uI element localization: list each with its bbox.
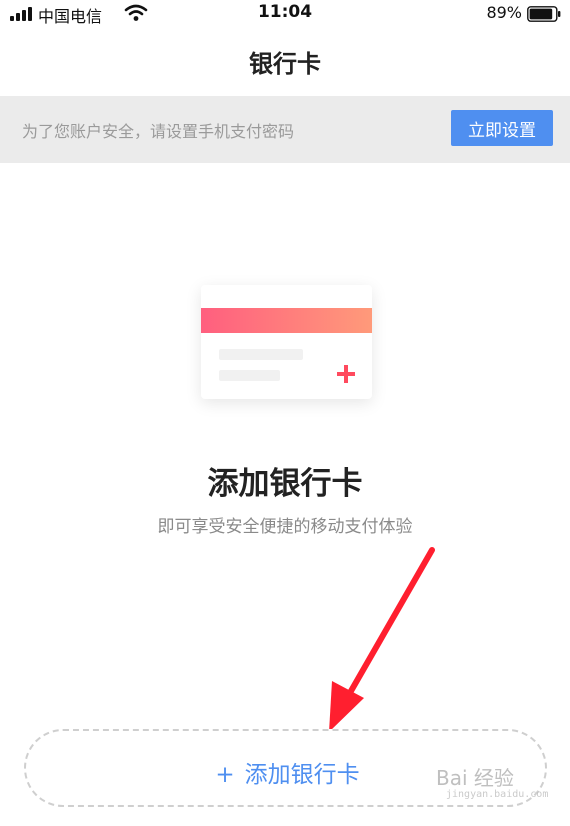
plus-icon — [337, 365, 355, 383]
status-bar: 中国电信 11:04 89% — [0, 0, 570, 26]
card-placeholder-line — [219, 349, 303, 360]
page-title: 银行卡 — [249, 50, 321, 78]
baidu-jingyan-watermark: Bai 经验 — [436, 766, 514, 790]
security-banner: 为了您账户安全，请设置手机支付密码 立即设置 — [0, 96, 570, 163]
clock: 11:04 — [257, 2, 313, 22]
bank-card-illustration — [201, 285, 372, 399]
empty-state-title: 添加银行卡 — [207, 466, 363, 502]
add-button-text: 添加银行卡 — [244, 762, 360, 788]
card-stripe — [201, 308, 372, 333]
card-placeholder-line — [219, 370, 280, 381]
banner-text: 为了您账户安全，请设置手机支付密码 — [22, 122, 295, 141]
empty-state-subtitle: 即可享受安全便捷的移动支付体验 — [157, 517, 413, 537]
add-plus-icon: + — [215, 762, 235, 788]
set-password-button[interactable]: 立即设置 — [451, 110, 553, 146]
battery-percent: 89% — [486, 3, 522, 22]
watermark-url: jingyan.baidu.com — [446, 789, 549, 800]
battery-icon — [527, 6, 561, 22]
